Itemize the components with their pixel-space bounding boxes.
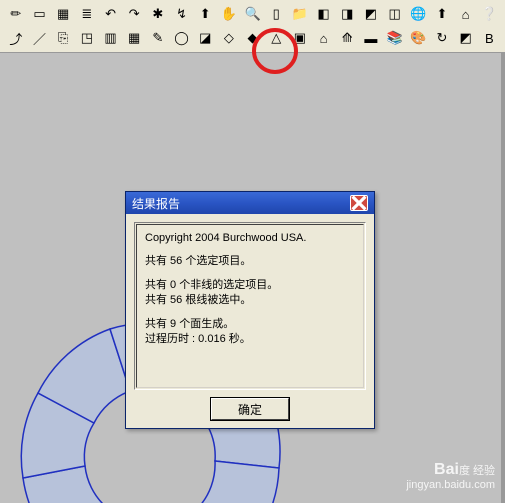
rhombus-red-icon[interactable]: ◆: [241, 26, 265, 50]
copyarr-icon[interactable]: ⎘: [51, 26, 75, 50]
canvas: 结果报告 Copyright 2004 Burchwood USA. 共有 56…: [0, 53, 505, 503]
box1-icon[interactable]: ◧: [312, 2, 336, 26]
grid-icon[interactable]: ▦: [122, 26, 146, 50]
box2-icon[interactable]: ◨: [335, 2, 359, 26]
wall-icon[interactable]: ▬: [359, 26, 383, 50]
toolbar-row-2: ⤴／⎘◳▥▦✎◯◪◇◆△▣⌂⟰▬📚🎨↻◩B: [4, 26, 501, 50]
quad-icon[interactable]: ◇: [217, 26, 241, 50]
cube4-icon[interactable]: ◩: [454, 26, 478, 50]
report-line-2: 共有 0 个非线的选定项目。 共有 56 根线被选中。: [145, 278, 355, 309]
toolbar-row-1: ✏▭▦≣↶↷✱↯⬆✋🔍▯📁◧◨◩◫🌐⬆⌂❔: [4, 2, 501, 26]
copyright-line: Copyright 2004 Burchwood USA.: [145, 231, 355, 246]
report-line-3: 共有 9 个面生成。 过程历时 : 0.016 秒。: [145, 317, 355, 348]
refresh-icon[interactable]: ↻: [430, 26, 454, 50]
dialog-titlebar[interactable]: 结果报告: [126, 192, 374, 214]
cube2-icon[interactable]: ◪: [193, 26, 217, 50]
cone-icon[interactable]: △: [264, 26, 288, 50]
close-button[interactable]: [350, 195, 368, 211]
books-icon[interactable]: 📚: [383, 26, 407, 50]
pen-icon[interactable]: ✎: [146, 26, 170, 50]
report-line-1: 共有 56 个选定项目。: [145, 254, 355, 269]
right-bar: [501, 53, 505, 503]
folder-icon[interactable]: 📁: [288, 2, 312, 26]
oval-icon[interactable]: ◯: [170, 26, 194, 50]
hand-icon[interactable]: ✋: [217, 2, 241, 26]
path-icon[interactable]: ↯: [170, 2, 194, 26]
toolbar: ✏▭▦≣↶↷✱↯⬆✋🔍▯📁◧◨◩◫🌐⬆⌂❔ ⤴／⎘◳▥▦✎◯◪◇◆△▣⌂⟰▬📚🎨…: [0, 0, 505, 53]
curve-icon[interactable]: ⤴: [4, 26, 28, 50]
up-icon[interactable]: ⬆: [430, 2, 454, 26]
arrow-up-icon[interactable]: ⬆: [193, 2, 217, 26]
layers-icon[interactable]: ≣: [75, 2, 99, 26]
watermark: Bai度 经验 jingyan.baidu.com: [406, 460, 495, 492]
earth-icon[interactable]: 🌐: [406, 2, 430, 26]
undo-icon[interactable]: ↶: [99, 2, 123, 26]
ok-button[interactable]: 确定: [211, 398, 289, 420]
book-icon[interactable]: ▭: [28, 2, 52, 26]
report-box: Copyright 2004 Burchwood USA. 共有 56 个选定项…: [134, 222, 366, 390]
zoom-icon[interactable]: 🔍: [241, 2, 265, 26]
box-open-icon[interactable]: ◳: [75, 26, 99, 50]
result-dialog: 结果报告 Copyright 2004 Burchwood USA. 共有 56…: [125, 191, 375, 429]
box3-icon[interactable]: ◩: [359, 2, 383, 26]
dialog-title: 结果报告: [132, 195, 180, 212]
doc-icon[interactable]: ▯: [264, 2, 288, 26]
cube-icon[interactable]: ◫: [383, 2, 407, 26]
cube3-icon[interactable]: ▣: [288, 26, 312, 50]
redo-icon[interactable]: ↷: [122, 2, 146, 26]
paint-icon[interactable]: ▦: [51, 2, 75, 26]
home-icon[interactable]: ⌂: [454, 2, 478, 26]
stairs-icon[interactable]: ⟰: [335, 26, 359, 50]
info-icon[interactable]: ❔: [477, 2, 501, 26]
b-icon-icon[interactable]: B: [477, 26, 501, 50]
palette-icon[interactable]: 🎨: [406, 26, 430, 50]
panel-icon[interactable]: ▥: [99, 26, 123, 50]
line-icon[interactable]: ／: [28, 26, 52, 50]
pin-icon[interactable]: ✱: [146, 2, 170, 26]
pencil-icon[interactable]: ✏: [4, 2, 28, 26]
roof-icon[interactable]: ⌂: [312, 26, 336, 50]
